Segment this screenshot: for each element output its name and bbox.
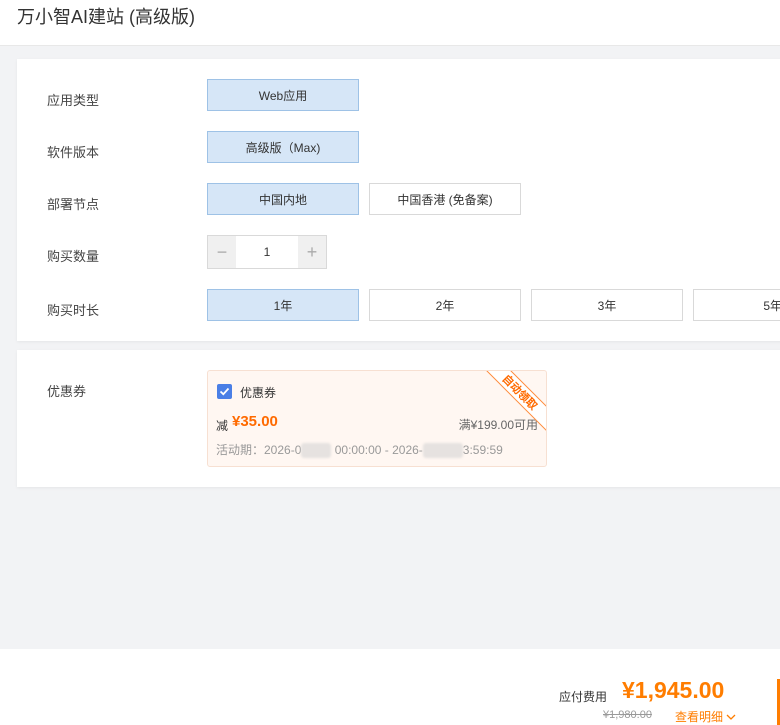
duration-option-2y[interactable]: 2年 <box>369 289 521 321</box>
duration-option-5y[interactable]: 5年 <box>693 289 780 321</box>
region-option-mainland[interactable]: 中国内地 <box>207 183 359 215</box>
original-price: ¥1,980.00 <box>603 709 652 721</box>
view-details-link[interactable]: 查看明细 <box>675 708 736 725</box>
fee-amount: ¥1,945.00 <box>622 677 725 703</box>
coupon-name: 优惠券 <box>240 386 277 400</box>
app-type-option-web[interactable]: Web应用 <box>207 79 359 111</box>
view-details-label: 查看明细 <box>675 710 724 724</box>
coupon-period-start: 活动期：2026-0 <box>216 443 302 457</box>
region-option-hongkong[interactable]: 中国香港 (免备案) <box>369 183 521 215</box>
redacted-date <box>301 443 332 459</box>
coupon-period-mid: 00:00:00 - 2026- <box>334 443 423 457</box>
coupon-label: 优惠券 <box>47 384 87 399</box>
app-type-label: 应用类型 <box>47 93 100 108</box>
order-footer: 应付费用 ¥1,945.00 ¥1,980.00 查看明细 <box>0 649 780 725</box>
quantity-input[interactable]: 1 <box>236 236 298 268</box>
coupon-period: 活动期：2026-0 00:00:00 - 2026- 3:59:59 <box>216 441 503 459</box>
coupon-item[interactable]: 优惠券 减 ¥35.00 满¥199.00可用 活动期：2026-0 00:00… <box>207 370 547 467</box>
page-header: 万小智AI建站 (高级版) <box>0 0 780 46</box>
version-label: 软件版本 <box>47 145 100 160</box>
quantity-decrease-button[interactable]: − <box>208 236 236 268</box>
version-option-max[interactable]: 高级版（Max) <box>207 131 359 163</box>
duration-option-3y[interactable]: 3年 <box>531 289 683 321</box>
coupon-card: 优惠券 优惠券 减 ¥35.00 满¥199.00可用 活动期：2026-0 0… <box>17 350 780 487</box>
fee-label: 应付费用 <box>559 690 608 704</box>
chevron-down-icon <box>726 714 736 720</box>
coupon-amount: ¥35.00 <box>232 413 278 430</box>
duration-label: 购买时长 <box>47 303 100 318</box>
redacted-date <box>422 443 463 459</box>
check-icon <box>219 387 230 396</box>
coupon-minus-prefix: 减 <box>216 419 229 433</box>
region-label: 部署节点 <box>47 197 100 212</box>
quantity-increase-button[interactable]: + <box>298 236 326 268</box>
quantity-label: 购买数量 <box>47 249 100 264</box>
page-title: 万小智AI建站 (高级版) <box>17 7 195 27</box>
coupon-threshold: 满¥199.00可用 <box>458 418 538 432</box>
config-card: 应用类型 Web应用 软件版本 高级版（Max) 部署节点 中国内地 中国香港 … <box>17 59 780 341</box>
duration-option-1y[interactable]: 1年 <box>207 289 359 321</box>
coupon-period-end: 3:59:59 <box>462 443 503 457</box>
coupon-checkbox[interactable] <box>217 384 232 399</box>
quantity-stepper: − 1 + <box>207 235 327 269</box>
